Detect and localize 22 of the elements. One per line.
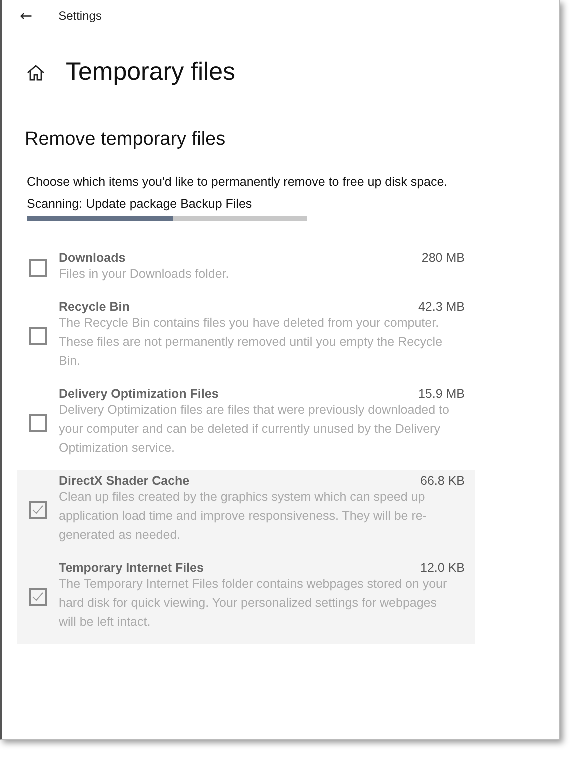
item-size: 42.3 MB [418,300,465,314]
item-description: The Recycle Bin contains files you have deleted from your computer. These files are not permanently removed until you empty the Recycle Bin. [59,315,444,370]
section-heading: Remove temporary files [25,129,227,151]
item-name: Recycle Bin [59,300,130,314]
item-name: DirectX Shader Cache [59,474,190,488]
scan-status: Scanning: Update package Backup Files [27,197,254,211]
item-name: Temporary Internet Files [59,561,204,575]
item-description: Clean up files created by the graphics system which can speed up application load time and improve responsiveness. They will be re-generated as needed. [59,489,428,544]
item-name: Delivery Optimization Files [59,387,219,401]
item-size: 66.8 KB [420,474,465,488]
item-size: 12.0 KB [420,561,465,575]
item-description: The Temporary Internet Files folder contains webpages stored on your hard disk for quick viewing. Your personalized settings for webpages will be left intact. [59,576,448,631]
item-description: Delivery Optimization files are files that were previously downloaded to your computer and can be deleted if currently unused by the Delivery Optimization service. [59,402,450,457]
item-name: Downloads [59,251,126,265]
intro-text: Choose which items you'd like to permanently remove to free up disk space. [27,174,449,191]
item-size: 280 MB [422,251,465,265]
item-size: 15.9 MB [418,387,465,401]
window-title: Settings [58,9,102,23]
page-title: Temporary files [66,58,236,87]
home-icon[interactable] [26,62,46,82]
back-button[interactable]: ← [16,7,37,25]
item-description: Files in your Downloads folder. [59,266,230,283]
